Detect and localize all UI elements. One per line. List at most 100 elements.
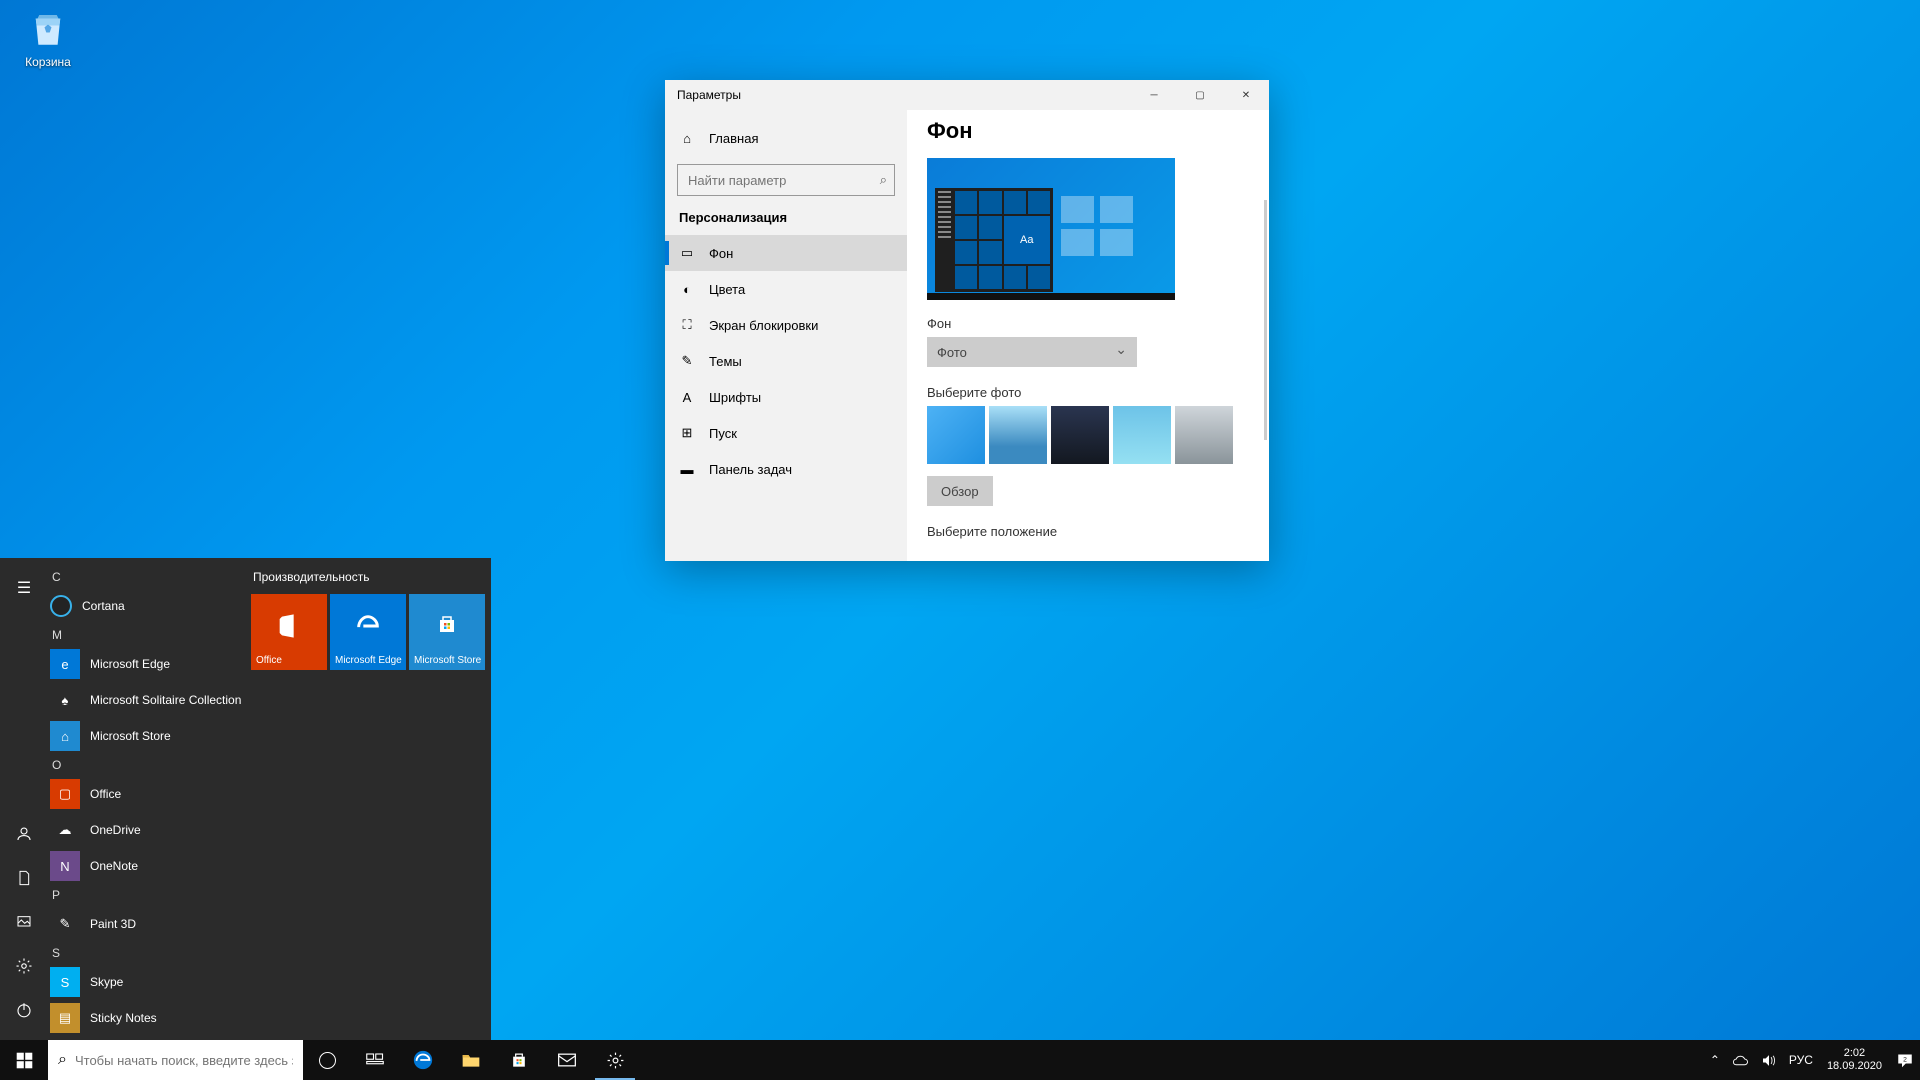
taskbar-store[interactable] bbox=[495, 1040, 543, 1080]
app-letter[interactable]: P bbox=[48, 884, 245, 906]
pictures-button[interactable] bbox=[0, 900, 48, 944]
taskbar-mail[interactable] bbox=[543, 1040, 591, 1080]
sidebar-item-palette[interactable]: ◐Цвета bbox=[665, 271, 907, 307]
gear-icon bbox=[15, 957, 33, 975]
app-item[interactable]: ▢Office bbox=[48, 776, 245, 812]
tile-icon bbox=[275, 612, 303, 646]
tile-edge[interactable]: Microsoft Edge bbox=[330, 594, 406, 670]
sidebar-item-label: Фон bbox=[709, 246, 733, 261]
tile-icon bbox=[354, 612, 382, 646]
mail-icon bbox=[557, 1052, 577, 1068]
font-icon: A bbox=[679, 389, 695, 405]
tray-onedrive-icon[interactable] bbox=[1726, 1040, 1755, 1080]
app-item[interactable]: SSkype bbox=[48, 964, 245, 1000]
sidebar-home-label: Главная bbox=[709, 131, 758, 146]
sidebar-item-brush[interactable]: ✎Темы bbox=[665, 343, 907, 379]
sidebar-section-heading: Персонализация bbox=[665, 210, 907, 235]
app-letter[interactable]: O bbox=[48, 754, 245, 776]
photo-thumb-2[interactable] bbox=[989, 406, 1047, 464]
start-app-list[interactable]: CCortanaMeMicrosoft Edge♠Microsoft Solit… bbox=[48, 558, 245, 1040]
cortana-icon bbox=[319, 1052, 336, 1069]
app-item[interactable]: Cortana bbox=[48, 588, 245, 624]
tile-store[interactable]: Microsoft Store bbox=[409, 594, 485, 670]
sidebar-search: ⌕ bbox=[677, 164, 895, 196]
app-item[interactable]: NOneNote bbox=[48, 848, 245, 884]
tray-notifications[interactable]: 2 bbox=[1890, 1040, 1920, 1080]
tile-label: Office bbox=[256, 655, 282, 666]
tiles-heading[interactable]: Производительность bbox=[253, 570, 485, 584]
start-button[interactable] bbox=[0, 1040, 48, 1080]
tile-office[interactable]: Office bbox=[251, 594, 327, 670]
recycle-bin[interactable]: Корзина bbox=[10, 8, 86, 69]
app-label: Microsoft Solitaire Collection bbox=[90, 693, 241, 707]
documents-button[interactable] bbox=[0, 856, 48, 900]
app-label: Microsoft Edge bbox=[90, 657, 170, 671]
notification-icon: 2 bbox=[1896, 1052, 1914, 1069]
app-icon bbox=[50, 595, 72, 617]
picture-icon: ▭ bbox=[679, 245, 695, 261]
app-letter[interactable]: C bbox=[48, 566, 245, 588]
settings-search-input[interactable] bbox=[677, 164, 895, 196]
system-tray: ⌃ РУС 2:02 18.09.2020 2 bbox=[1704, 1040, 1920, 1080]
taskbar-search[interactable]: ⌕ bbox=[48, 1040, 303, 1080]
browse-button[interactable]: Обзор bbox=[927, 476, 993, 506]
power-button[interactable] bbox=[0, 988, 48, 1032]
settings-button[interactable] bbox=[0, 944, 48, 988]
sidebar-item-lock[interactable]: ⛶Экран блокировки bbox=[665, 307, 907, 343]
preview-aa-tile: Aa bbox=[1004, 216, 1051, 264]
close-button[interactable]: ✕ bbox=[1223, 80, 1269, 110]
sidebar-item-label: Экран блокировки bbox=[709, 318, 818, 333]
photo-thumb-1[interactable] bbox=[927, 406, 985, 464]
user-button[interactable] bbox=[0, 812, 48, 856]
app-item[interactable]: ⌂Microsoft Store bbox=[48, 718, 245, 754]
app-item[interactable]: ♠Microsoft Solitaire Collection bbox=[48, 682, 245, 718]
settings-titlebar[interactable]: Параметры ─ ▢ ✕ bbox=[665, 80, 1269, 110]
taskbar-settings[interactable] bbox=[591, 1040, 639, 1080]
folder-icon bbox=[461, 1051, 481, 1069]
sidebar-home[interactable]: ⌂ Главная bbox=[665, 120, 907, 156]
gear-icon bbox=[606, 1051, 625, 1070]
tray-language[interactable]: РУС bbox=[1783, 1040, 1819, 1080]
hamburger-button[interactable]: ☰ bbox=[0, 566, 48, 610]
tray-overflow[interactable]: ⌃ bbox=[1704, 1040, 1726, 1080]
taskbar-search-input[interactable] bbox=[75, 1040, 293, 1080]
app-item[interactable]: ▤Sticky Notes bbox=[48, 1000, 245, 1036]
cortana-button[interactable] bbox=[303, 1040, 351, 1080]
photo-thumb-4[interactable] bbox=[1113, 406, 1171, 464]
taskbar-explorer[interactable] bbox=[447, 1040, 495, 1080]
settings-title: Параметры bbox=[677, 88, 741, 102]
background-label: Фон bbox=[927, 316, 1249, 331]
power-icon bbox=[15, 1001, 33, 1019]
sidebar-item-font[interactable]: AШрифты bbox=[665, 379, 907, 415]
settings-content: Фон Aa Фон bbox=[907, 110, 1269, 561]
user-icon bbox=[15, 825, 33, 843]
tray-volume[interactable] bbox=[1755, 1040, 1783, 1080]
sidebar-item-picture[interactable]: ▭ Фон bbox=[665, 235, 907, 271]
app-item[interactable]: ✎Paint 3D bbox=[48, 906, 245, 942]
start-icon: ⊞ bbox=[679, 425, 695, 441]
sidebar-item-taskbar[interactable]: ▬Панель задач bbox=[665, 451, 907, 487]
tile-icon bbox=[435, 612, 459, 642]
app-item[interactable]: ☁ OneDrive bbox=[48, 812, 245, 848]
app-icon: ☁ bbox=[50, 815, 80, 845]
content-scrollbar[interactable] bbox=[1264, 200, 1267, 440]
app-label: Skype bbox=[90, 975, 123, 989]
choose-fit-label: Выберите положение bbox=[927, 524, 1249, 539]
photo-thumb-3[interactable] bbox=[1051, 406, 1109, 464]
app-item[interactable]: eMicrosoft Edge bbox=[48, 646, 245, 682]
sidebar-item-start[interactable]: ⊞Пуск bbox=[665, 415, 907, 451]
minimize-button[interactable]: ─ bbox=[1131, 80, 1177, 110]
recycle-bin-icon bbox=[27, 8, 69, 50]
taskbar-edge[interactable] bbox=[399, 1040, 447, 1080]
app-label: OneDrive bbox=[90, 823, 141, 837]
content-title: Фон bbox=[927, 118, 1249, 144]
app-letter[interactable]: S bbox=[48, 942, 245, 964]
tray-clock[interactable]: 2:02 18.09.2020 bbox=[1819, 1047, 1890, 1073]
search-icon: ⌕ bbox=[58, 1051, 67, 1069]
photo-thumb-5[interactable] bbox=[1175, 406, 1233, 464]
desktop: Корзина Параметры ─ ▢ ✕ ⌂ Главная ⌕ Пер bbox=[0, 0, 1920, 1080]
maximize-button[interactable]: ▢ bbox=[1177, 80, 1223, 110]
app-letter[interactable]: M bbox=[48, 624, 245, 646]
background-dropdown[interactable]: Фото bbox=[927, 337, 1137, 367]
task-view-button[interactable] bbox=[351, 1040, 399, 1080]
